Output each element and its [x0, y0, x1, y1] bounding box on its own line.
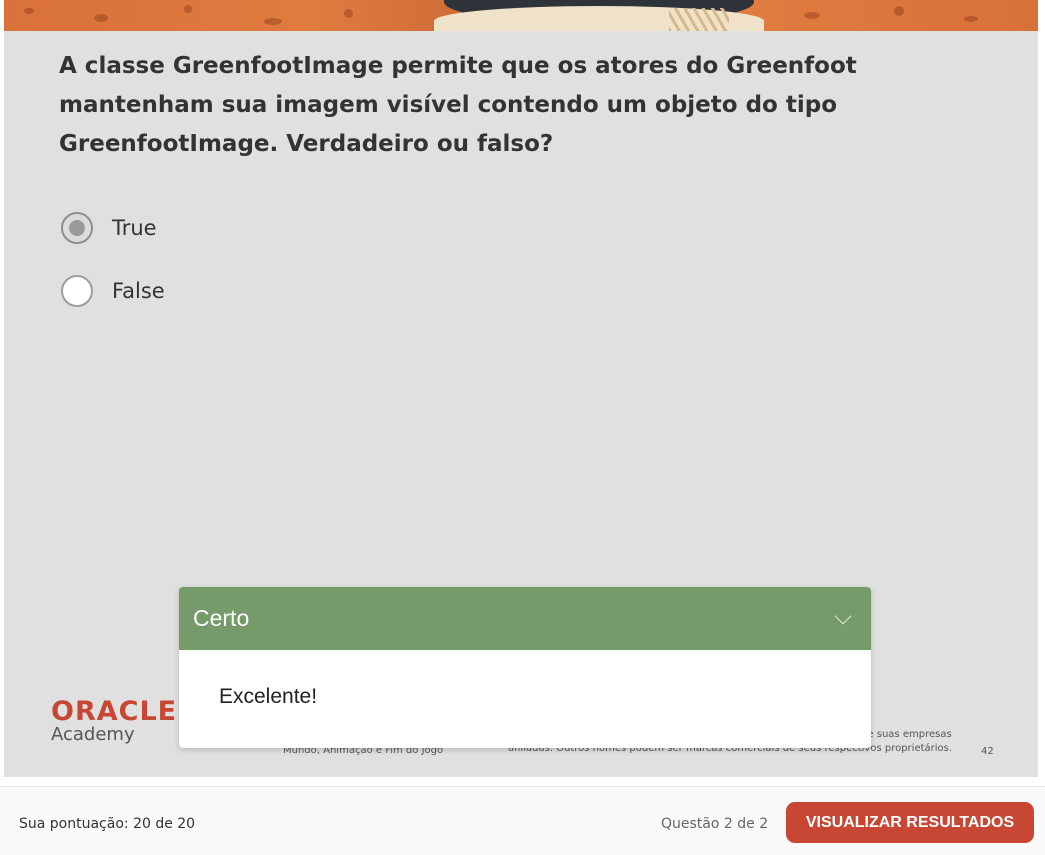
option-label: False	[112, 279, 165, 303]
option-false[interactable]: False	[61, 275, 165, 307]
decorative-banner	[4, 0, 1038, 31]
feedback-panel: Certo Excelente!	[179, 587, 871, 748]
option-label: True	[112, 216, 157, 240]
feedback-header[interactable]: Certo	[179, 587, 871, 650]
bottom-bar: Sua pontuação: 20 de 20 Questão 2 de 2 V…	[0, 786, 1045, 855]
page-number: 42	[981, 746, 994, 757]
feedback-message: Excelente!	[219, 685, 318, 708]
slide: A classe GreenfootImage permite que os a…	[4, 0, 1038, 777]
logo-brand: ORACLE	[51, 696, 178, 727]
question-counter: Questão 2 de 2	[661, 816, 769, 832]
view-results-button[interactable]: VISUALIZAR RESULTADOS	[786, 802, 1034, 843]
score-text: Sua pontuação: 20 de 20	[19, 816, 196, 832]
option-true[interactable]: True	[61, 212, 157, 244]
logo-sub: Academy	[51, 724, 135, 745]
feedback-title: Certo	[193, 605, 250, 631]
question-text: A classe GreenfootImage permite que os a…	[59, 53, 857, 157]
radio-button-selected[interactable]	[61, 212, 93, 244]
oracle-academy-logo: ORACLE Academy	[51, 696, 177, 745]
radio-button[interactable]	[61, 275, 93, 307]
chevron-down-icon[interactable]	[834, 607, 852, 624]
